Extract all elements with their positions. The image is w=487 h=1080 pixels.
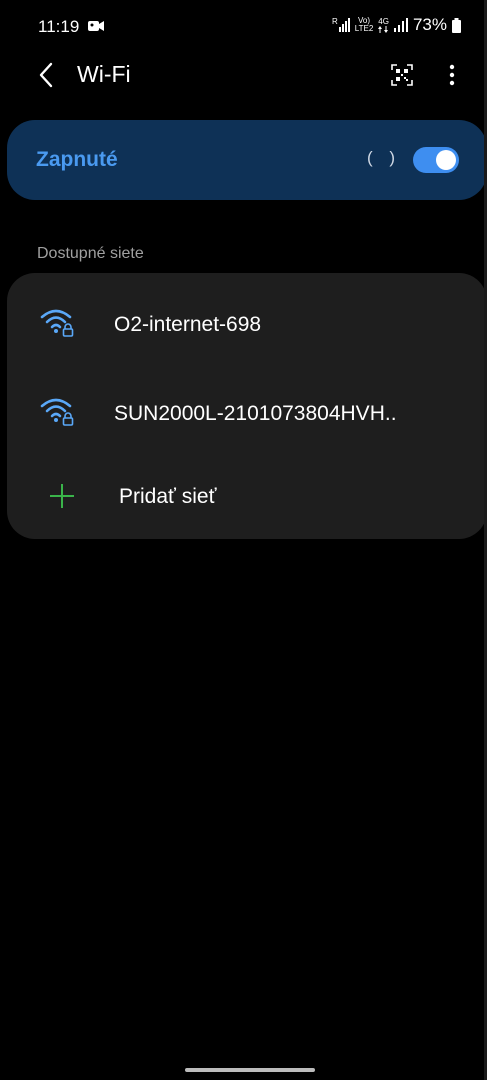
wifi-lock-icon (40, 309, 74, 337)
app-bar: Wi-Fi (0, 52, 487, 98)
wifi-lock-icon (40, 398, 74, 426)
back-button[interactable] (32, 60, 60, 90)
network-item[interactable]: SUN2000L-2101073804HVH.. (7, 368, 487, 448)
network-ssid: SUN2000L-2101073804HVH.. (114, 402, 397, 425)
wifi-switch[interactable] (413, 147, 459, 173)
data-arrows-icon (378, 25, 389, 33)
signal-sim1: R (332, 18, 350, 32)
network-ssid: O2-internet-698 (114, 313, 262, 336)
more-options-button[interactable] (440, 60, 464, 90)
add-network-button[interactable]: Pridať sieť (7, 453, 487, 539)
sim1-tag: R (331, 17, 338, 26)
wifi-status-label: Zapnuté (36, 148, 118, 171)
signal-bars-icon (393, 18, 408, 32)
section-title: Dostupné siete (37, 245, 144, 262)
add-network-label: Pridať sieť (119, 485, 217, 508)
switch-knob (436, 150, 456, 170)
chevron-left-icon (39, 62, 53, 88)
lte-tag: LTE2 (354, 24, 374, 33)
page-title: Wi-Fi (77, 61, 131, 87)
scanning-indicator-icon: ( ) (367, 148, 402, 167)
video-camera-icon (88, 21, 104, 31)
volte-indicator: Vo) LTE2 (355, 17, 374, 33)
status-bar: 11:19 R Vo) LTE2 4G 73% (0, 0, 487, 52)
status-time: 11:19 (38, 17, 80, 36)
qr-scanner-icon (391, 64, 413, 86)
status-indicators: R Vo) LTE2 4G 73% (332, 15, 461, 35)
plus-icon (50, 484, 74, 508)
more-vertical-icon (449, 64, 455, 86)
signal-bars-icon (338, 18, 350, 32)
qr-scan-button[interactable] (389, 62, 415, 88)
networks-list: O2-internet-698 SUN2000L-2101073804HVH..… (7, 273, 487, 539)
network-item[interactable]: O2-internet-698 (7, 279, 487, 359)
home-indicator[interactable] (185, 1068, 315, 1072)
wifi-toggle-card[interactable]: Zapnuté ( ) (7, 120, 487, 200)
battery-icon (452, 17, 461, 33)
net-type: 4G (378, 16, 389, 26)
net-type-indicator: 4G (378, 16, 389, 33)
battery-percent: 73% (412, 15, 447, 34)
